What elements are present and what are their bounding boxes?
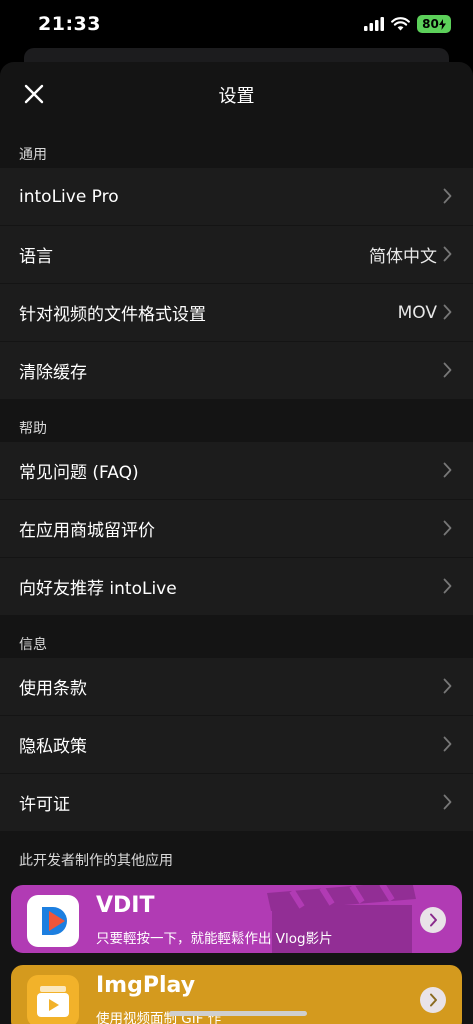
promo-title: ImgPlay [96, 973, 196, 998]
section-heading-info: 信息 [19, 637, 47, 653]
row-value: 简体中文 [369, 247, 437, 267]
chevron-right-icon [443, 462, 452, 478]
battery-indicator: 80 [417, 15, 451, 33]
status-time: 21:33 [38, 13, 101, 35]
row-label: intoLive Pro [19, 186, 119, 207]
row-label: 使用条款 [19, 679, 87, 699]
row-label: 清除缓存 [19, 363, 87, 383]
promo-subtitle: 只要輕按一下，就能輕鬆作出 Vlog影片 [96, 931, 333, 947]
chevron-right-icon [429, 993, 437, 1007]
chevron-right-icon [443, 736, 452, 752]
chevron-right-icon [443, 188, 452, 204]
row-value: MOV [397, 302, 437, 323]
row-label: 许可证 [19, 795, 70, 815]
section-heading-other-apps: 此开发者制作的其他应用 [19, 853, 173, 869]
promo-open-button[interactable] [420, 907, 446, 933]
chevron-right-icon [443, 362, 452, 378]
row-rate-app[interactable]: 在应用商城留评价 [0, 500, 473, 558]
section-heading-help: 帮助 [19, 421, 47, 437]
settings-header: 设置 [0, 62, 473, 126]
row-terms[interactable]: 使用条款 [0, 658, 473, 716]
row-label: 隐私政策 [19, 737, 87, 757]
page-title: 设置 [218, 86, 255, 107]
status-bar: 21:33 80 [0, 0, 473, 52]
vdit-app-icon [27, 895, 79, 947]
status-icons: 80 [364, 15, 451, 33]
settings-sheet: 设置 通用 intoLive Pro 语言 简体中文 针对视频的文件格式设置 M… [0, 62, 473, 1024]
chevron-right-icon [443, 794, 452, 810]
row-label: 向好友推荐 intoLive [19, 579, 177, 599]
chevron-right-icon [443, 578, 452, 594]
promo-title: VDIT [96, 893, 155, 918]
wifi-icon [391, 17, 410, 31]
chevron-right-icon [443, 678, 452, 694]
row-privacy[interactable]: 隐私政策 [0, 716, 473, 774]
home-indicator [169, 1011, 307, 1016]
promo-card-vdit[interactable]: VDIT 只要輕按一下，就能輕鬆作出 Vlog影片 [11, 885, 462, 953]
chevron-right-icon [429, 913, 437, 927]
chevron-right-icon [443, 304, 452, 320]
row-label: 常见问题 (FAQ) [19, 463, 139, 483]
chevron-right-icon [443, 520, 452, 536]
row-clear-cache[interactable]: 清除缓存 [0, 342, 473, 400]
battery-level: 80 [422, 17, 439, 31]
charging-bolt-icon [438, 18, 446, 30]
row-faq[interactable]: 常见问题 (FAQ) [0, 442, 473, 500]
row-video-format[interactable]: 针对视频的文件格式设置 MOV [0, 284, 473, 342]
imgplay-app-icon [27, 975, 79, 1024]
row-recommend[interactable]: 向好友推荐 intoLive [0, 558, 473, 616]
row-label: 在应用商城留评价 [19, 521, 155, 541]
cellular-signal-icon [364, 17, 384, 31]
promo-open-button[interactable] [420, 987, 446, 1013]
row-license[interactable]: 许可证 [0, 774, 473, 832]
row-label: 语言 [19, 247, 53, 267]
section-heading-general: 通用 [19, 147, 47, 163]
row-intolive-pro[interactable]: intoLive Pro [0, 168, 473, 226]
row-language[interactable]: 语言 简体中文 [0, 226, 473, 284]
row-label: 针对视频的文件格式设置 [19, 305, 206, 325]
chevron-right-icon [443, 246, 452, 262]
